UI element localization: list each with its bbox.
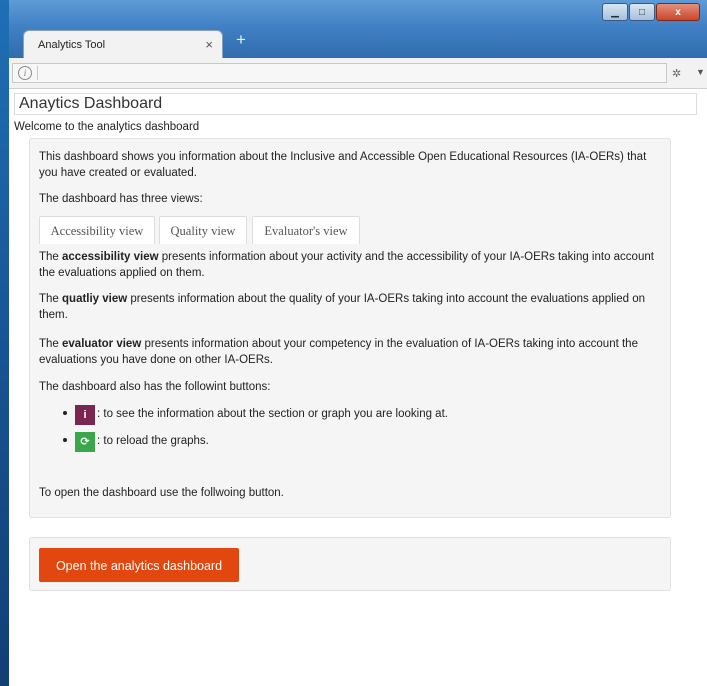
info-circle-icon: i: [75, 405, 95, 425]
window-titlebar: ▁ □ x Analytics Tool × +: [0, 0, 707, 62]
new-tab-icon[interactable]: +: [236, 30, 246, 50]
accessibility-bold: accessibility view: [62, 251, 159, 263]
accessibility-lead: The: [39, 251, 63, 263]
view-tabs: Accessibility view Quality view Evaluato…: [39, 216, 360, 244]
three-views-text: The dashboard has three views:: [39, 193, 203, 205]
tab-quality-view[interactable]: Quality view: [159, 216, 247, 244]
info-panel: This dashboard shows you information abo…: [29, 138, 671, 518]
refresh-icon: ⟳: [75, 432, 95, 452]
window-controls: ▁ □ x: [601, 3, 700, 21]
tab-accessibility-view[interactable]: Accessibility view: [39, 216, 155, 244]
quality-description: The quatliy view presents information ab…: [39, 291, 659, 323]
page-title: Anaytics Dashboard: [19, 95, 163, 112]
window-frame: [0, 0, 9, 686]
evaluator-lead: The: [39, 338, 63, 350]
bullet-text: : to see the information about the secti…: [97, 408, 448, 420]
open-panel: Open the analytics dashboard: [29, 537, 671, 591]
accessibility-description: The accessibility view presents informat…: [39, 249, 659, 281]
tab-close-icon[interactable]: ×: [205, 37, 213, 52]
open-intro-text: To open the dashboard use the follwoing …: [39, 487, 284, 499]
url-divider: [37, 66, 38, 80]
quality-bold: quatliy view: [62, 293, 128, 305]
bullet-dot: [63, 411, 67, 415]
bullet-dot: [63, 438, 67, 442]
buttons-intro-text: The dashboard also has the followint but…: [39, 381, 271, 393]
browser-tab[interactable]: Analytics Tool ×: [23, 30, 223, 58]
extension-icon[interactable]: ✲: [672, 67, 681, 80]
evaluator-bold: evaluator view: [62, 338, 142, 350]
open-dashboard-button[interactable]: Open the analytics dashboard: [39, 548, 239, 582]
evaluator-description: The evaluator view presents information …: [39, 336, 659, 368]
tab-evaluators-view[interactable]: Evaluator's view: [252, 216, 360, 244]
minimize-icon[interactable]: ▁: [602, 3, 628, 21]
maximize-icon[interactable]: □: [629, 3, 655, 21]
address-bar[interactable]: i: [12, 63, 667, 83]
intro-text: This dashboard shows you information abo…: [39, 151, 647, 179]
quality-lead: The: [39, 293, 63, 305]
quality-rest: presents information about the quality o…: [39, 293, 646, 321]
page-header: Anaytics Dashboard: [14, 93, 697, 115]
info-icon[interactable]: i: [18, 66, 32, 80]
tab-title: Analytics Tool: [38, 39, 106, 51]
welcome-text: Welcome to the analytics dashboard: [14, 121, 200, 133]
bullet-text: : to reload the graphs.: [97, 435, 209, 447]
menu-icon[interactable]: ▼: [696, 67, 705, 77]
close-icon[interactable]: x: [656, 3, 700, 21]
browser-toolbar: i ✲ ▼: [9, 58, 707, 89]
